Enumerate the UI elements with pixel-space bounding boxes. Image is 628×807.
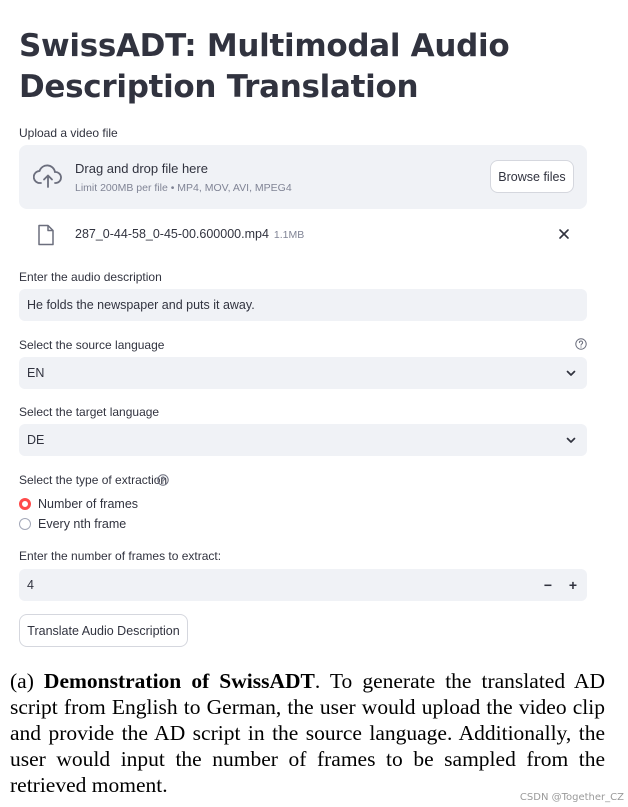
radio-label: Every nth frame (38, 517, 127, 531)
increment-button[interactable]: + (566, 577, 580, 593)
radio-label: Number of frames (38, 497, 139, 511)
dropzone-limit: Limit 200MB per file • MP4, MOV, AVI, MP… (75, 182, 292, 194)
help-icon[interactable] (575, 338, 587, 350)
page-title: SwissADT: Multimodal Audio Description T… (19, 28, 510, 105)
caption-prefix: (a) (10, 669, 44, 693)
source-language-select[interactable]: EN (19, 357, 587, 389)
file-name: 287_0-44-58_0-45-00.600000.mp4 (75, 227, 269, 241)
uploaded-file: 287_0-44-58_0-45-00.600000.mp4 1.1MB (19, 219, 587, 251)
chevron-down-icon (566, 370, 576, 376)
file-dropzone[interactable]: Drag and drop file here Limit 200MB per … (19, 145, 587, 209)
app-main: SwissADT: Multimodal Audio Description T… (0, 0, 628, 660)
frames-count-value: 4 (27, 578, 34, 592)
help-icon[interactable] (157, 474, 169, 486)
target-language-value: DE (27, 433, 45, 447)
watermark: CSDN @Together_CZ (519, 792, 624, 803)
file-icon (38, 224, 54, 246)
cloud-upload-icon (33, 164, 62, 188)
browse-files-button[interactable]: Browse files (490, 160, 574, 193)
radio-number-of-frames[interactable]: Number of frames (19, 495, 138, 513)
caption-bold: Demonstration of SwissADT (43, 669, 315, 693)
close-icon[interactable] (555, 225, 573, 243)
file-size: 1.1MB (273, 229, 305, 241)
target-language-label: Select the target language (19, 405, 160, 419)
radio-every-nth-frame[interactable]: Every nth frame (19, 515, 126, 533)
frames-count-label: Enter the number of frames to extract: (19, 549, 222, 563)
audio-description-label: Enter the audio description (19, 270, 162, 284)
frames-count-stepper[interactable]: 4 − + (19, 569, 587, 601)
upload-label: Upload a video file (19, 126, 118, 140)
dropzone-title: Drag and drop file here (75, 161, 208, 176)
figure-caption: (a) Demonstration of SwissADT. To genera… (10, 668, 605, 798)
source-language-label: Select the source language (19, 338, 165, 352)
source-language-value: EN (27, 366, 45, 380)
translate-button[interactable]: Translate Audio Description (19, 614, 188, 647)
decrement-button[interactable]: − (541, 577, 555, 593)
radio-selected-icon (19, 498, 31, 510)
chevron-down-icon (566, 437, 576, 443)
extraction-type-label: Select the type of extraction (19, 473, 168, 487)
radio-unselected-icon (19, 518, 31, 530)
target-language-select[interactable]: DE (19, 424, 587, 456)
audio-description-input[interactable]: He folds the newspaper and puts it away. (19, 289, 587, 321)
